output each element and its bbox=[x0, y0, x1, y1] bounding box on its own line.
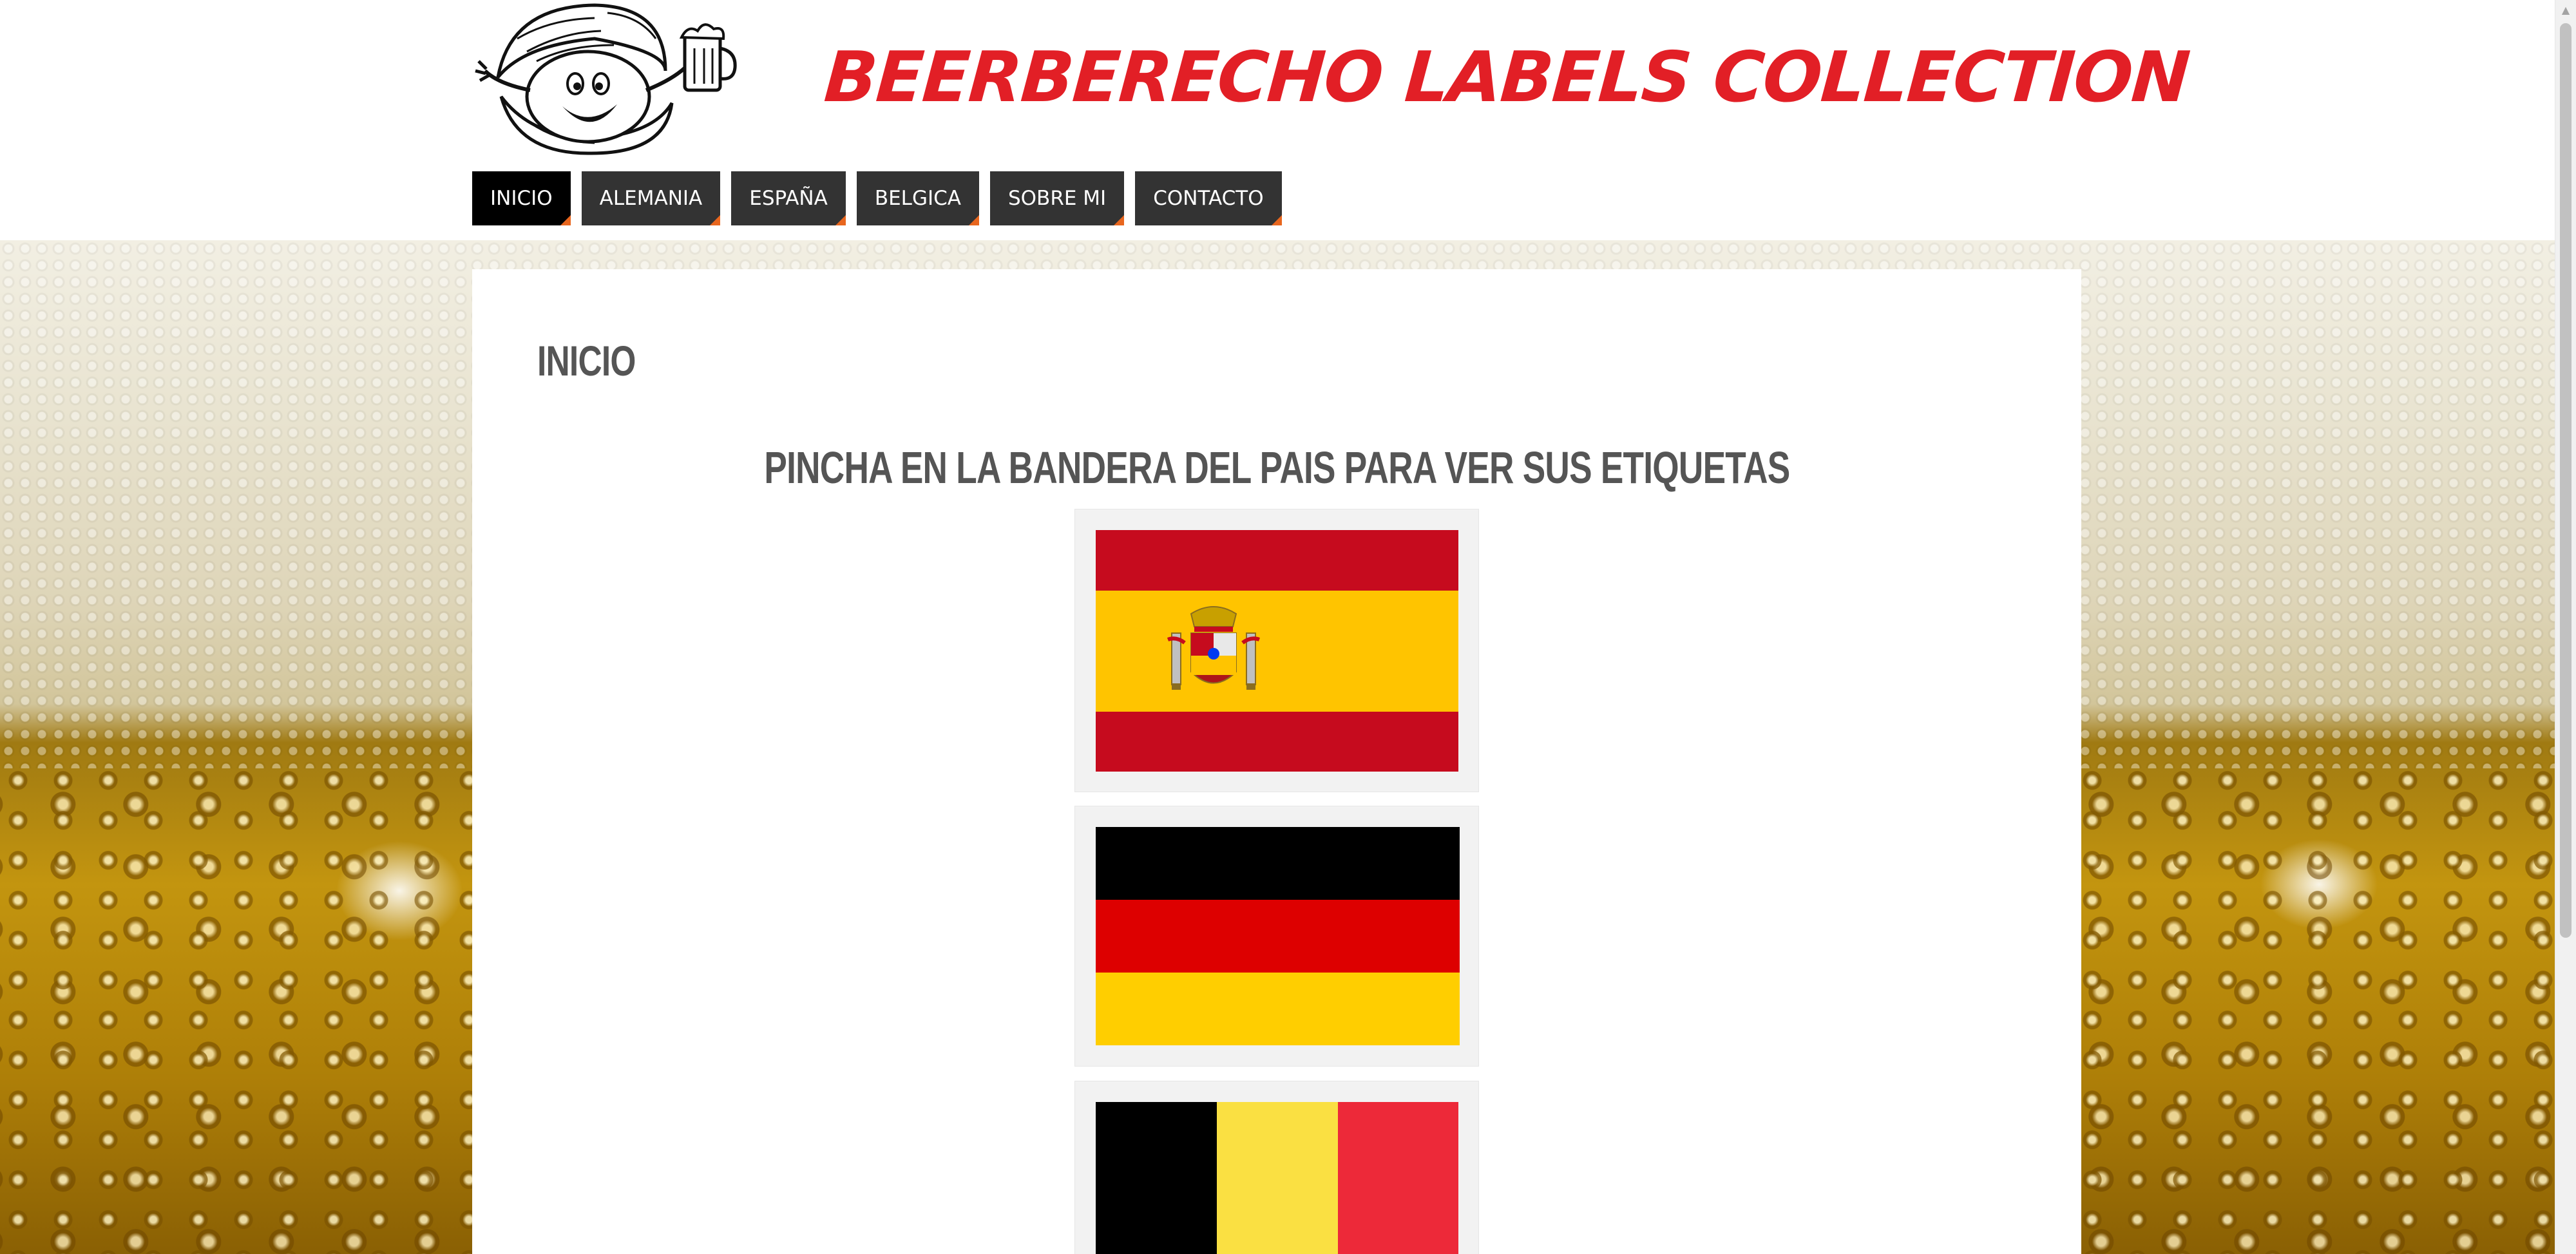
instruction-text: PINCHA EN LA BANDERA DEL PAIS PARA VER S… bbox=[763, 442, 1790, 493]
site-header: BEERBERECHO LABELS COLLECTION INICIO ALE… bbox=[0, 0, 2555, 240]
page-title: INICIO bbox=[537, 337, 636, 385]
nav-item-belgica[interactable]: BELGICA bbox=[856, 171, 980, 225]
nav-item-espana[interactable]: ESPAÑA bbox=[731, 171, 846, 225]
belgium-flag bbox=[1096, 1102, 1458, 1254]
nav-item-sobre-mi[interactable]: SOBRE MI bbox=[989, 171, 1125, 225]
clam-with-beer-logo[interactable] bbox=[472, 0, 743, 158]
scroll-up-arrow-icon[interactable]: ▲ bbox=[2555, 0, 2576, 21]
main-nav: INICIO ALEMANIA ESPAÑA BELGICA SOBRE MI … bbox=[472, 171, 1283, 225]
germany-flag-link[interactable] bbox=[1074, 806, 1479, 1067]
nav-item-alemania[interactable]: ALEMANIA bbox=[581, 171, 721, 225]
belgium-flag-link[interactable] bbox=[1074, 1081, 1479, 1254]
germany-flag bbox=[1096, 827, 1460, 1045]
main-content: INICIO PINCHA EN LA BANDERA DEL PAIS PAR… bbox=[472, 269, 2081, 1254]
vertical-scrollbar[interactable]: ▲ bbox=[2555, 0, 2576, 1254]
site-title[interactable]: BEERBERECHO LABELS COLLECTION bbox=[822, 37, 2191, 118]
nav-item-inicio[interactable]: INICIO bbox=[472, 171, 571, 225]
scrollbar-thumb[interactable] bbox=[2560, 23, 2571, 938]
instruction-heading: PINCHA EN LA BANDERA DEL PAIS PARA VER S… bbox=[472, 442, 2081, 493]
spain-flag bbox=[1096, 530, 1458, 772]
nav-item-contacto[interactable]: CONTACTO bbox=[1135, 171, 1283, 225]
spain-flag-link[interactable] bbox=[1074, 509, 1479, 792]
